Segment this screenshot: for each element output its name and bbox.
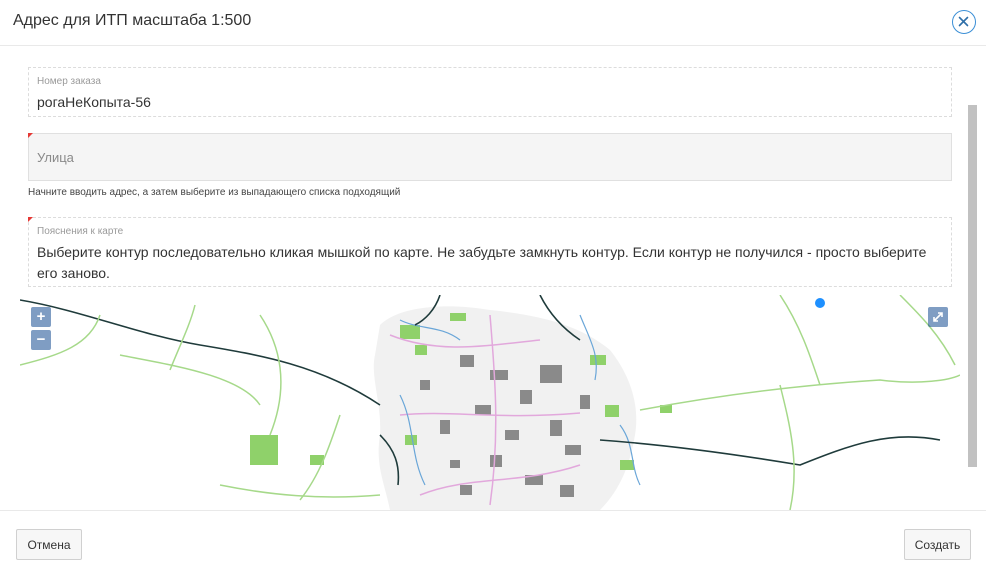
dialog-body: Номер заказа рогаНеКопыта-56 Начните вво…	[0, 47, 986, 510]
zoom-in-button[interactable]: +	[31, 307, 51, 327]
dialog: Адрес для ИТП масштаба 1:500 Номер заказ…	[0, 0, 986, 576]
required-marker	[28, 217, 33, 222]
close-button[interactable]	[952, 10, 976, 34]
map-notes-field[interactable]: Пояснения к карте Выберите контур послед…	[28, 217, 952, 287]
order-number-value[interactable]: рогаНеКопыта-56	[37, 94, 151, 110]
map-tiles[interactable]	[20, 295, 960, 510]
fullscreen-button[interactable]	[928, 307, 948, 327]
dialog-footer: Отмена Создать	[0, 510, 986, 576]
cancel-button[interactable]: Отмена	[16, 529, 82, 560]
order-number-label: Номер заказа	[37, 76, 101, 87]
map-notes-value[interactable]: Выберите контур последовательно кликая м…	[37, 242, 937, 284]
map-notes-label: Пояснения к карте	[37, 226, 124, 237]
zoom-out-button[interactable]: −	[31, 330, 51, 350]
street-hint: Начните вводить адрес, а затем выберите …	[28, 187, 401, 198]
expand-icon	[933, 312, 943, 322]
map-location-marker	[815, 298, 825, 308]
dialog-title: Адрес для ИТП масштаба 1:500	[13, 12, 252, 29]
order-number-field[interactable]: Номер заказа рогаНеКопыта-56	[28, 67, 952, 117]
dialog-header: Адрес для ИТП масштаба 1:500	[0, 0, 986, 46]
close-icon	[958, 16, 969, 27]
street-input[interactable]	[29, 134, 951, 180]
dialog-scrollbar[interactable]	[968, 105, 977, 467]
create-button[interactable]: Создать	[904, 529, 971, 560]
street-field	[28, 133, 952, 181]
map-view[interactable]: + −	[20, 295, 960, 510]
